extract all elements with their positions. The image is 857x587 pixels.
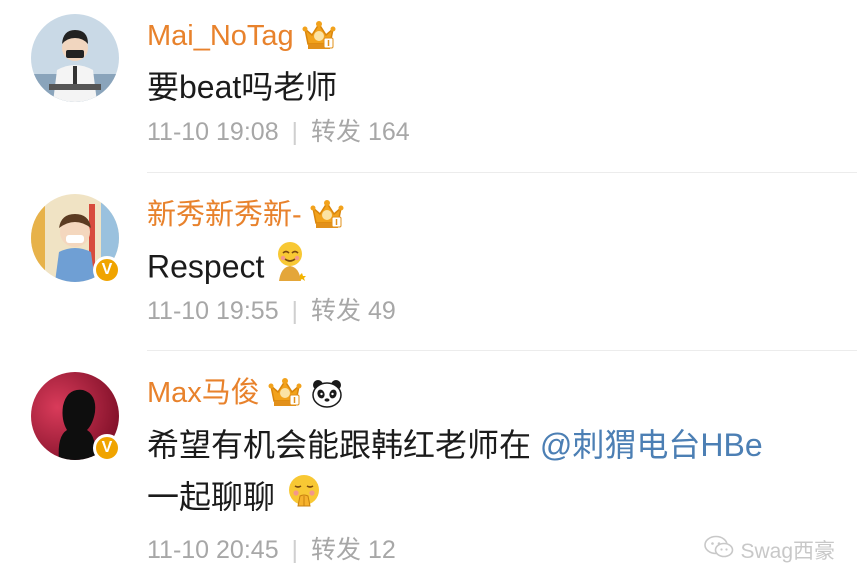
wechat-icon bbox=[704, 535, 734, 565]
comment-text: 希望有机会能跟韩红老师在 @刺猬电台HBe bbox=[147, 418, 763, 472]
username[interactable]: Mai_NoTag bbox=[147, 16, 294, 56]
repost-button[interactable]: 转发 bbox=[311, 118, 361, 146]
blush-emoji-icon bbox=[273, 239, 307, 299]
repost-count: 12 bbox=[367, 536, 396, 564]
separator: | bbox=[291, 118, 299, 146]
username[interactable]: 新秀新秀新- bbox=[147, 195, 302, 235]
repost-count: 49 bbox=[367, 297, 396, 325]
comment-meta: 11-10 19:08 | 转发 164 bbox=[147, 114, 410, 150]
vip-crown-icon bbox=[268, 377, 302, 409]
divider bbox=[147, 350, 857, 351]
mention-link[interactable]: @刺猬电台HBe bbox=[540, 427, 763, 463]
pleading-emoji-icon bbox=[284, 472, 324, 528]
comment-meta: 11-10 20:45 | 转发 12 bbox=[147, 532, 396, 568]
vip-crown-icon bbox=[310, 199, 344, 231]
watermark: Swag西豪 bbox=[704, 535, 835, 565]
repost-button[interactable]: 转发 bbox=[311, 297, 361, 325]
repost-button[interactable]: 转发 bbox=[311, 536, 361, 564]
avatar[interactable]: V bbox=[31, 372, 121, 462]
comment-meta: 11-10 19:55 | 转发 49 bbox=[147, 293, 396, 329]
timestamp: 11-10 19:08 bbox=[147, 118, 279, 146]
comment-text: 要beat吗老师 bbox=[147, 69, 338, 105]
avatar[interactable]: V bbox=[31, 194, 121, 284]
vip-crown-icon bbox=[302, 20, 336, 52]
timestamp: 11-10 19:55 bbox=[147, 297, 279, 325]
avatar[interactable] bbox=[31, 14, 119, 102]
repost-count: 164 bbox=[367, 118, 410, 146]
divider bbox=[147, 172, 857, 173]
separator: | bbox=[291, 536, 299, 564]
comment-text: 一起聊聊 bbox=[147, 470, 324, 528]
comment-text-content: Respect bbox=[147, 248, 265, 285]
verified-badge-icon: V bbox=[93, 256, 121, 284]
verified-badge-icon: V bbox=[93, 434, 121, 462]
username[interactable]: Max马俊 bbox=[147, 373, 260, 413]
comment-text: Respect bbox=[147, 239, 307, 299]
separator: | bbox=[291, 297, 299, 325]
comment-text-line1: 希望有机会能跟韩红老师在 bbox=[147, 427, 540, 463]
watermark-text: Swag西豪 bbox=[740, 540, 835, 563]
comment-text-line2: 一起聊聊 bbox=[147, 479, 276, 515]
timestamp: 11-10 20:45 bbox=[147, 536, 279, 564]
panda-icon bbox=[310, 377, 344, 409]
